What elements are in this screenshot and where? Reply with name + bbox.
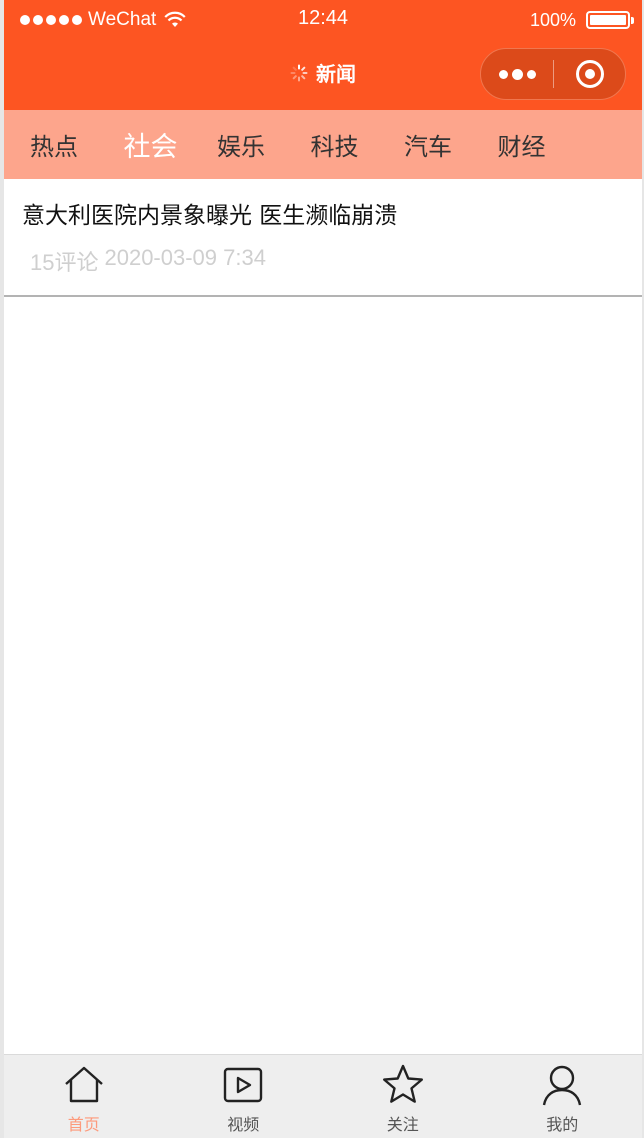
- tab-finance[interactable]: 财经: [498, 127, 592, 162]
- phone-screen: WeChat 12:44 100% 新闻 热点 社会 娱乐 科技 汽车 财经 意…: [4, 0, 642, 1138]
- page-title-text: 新闻: [316, 62, 356, 86]
- tab-entertainment[interactable]: 娱乐: [217, 127, 311, 162]
- tabbar-follow-label: 关注: [386, 1115, 419, 1134]
- status-bar: WeChat 12:44 100%: [4, 0, 642, 40]
- status-right: 100%: [529, 8, 634, 32]
- tabbar-me[interactable]: 我的: [483, 1055, 643, 1138]
- tabbar-home-label: 首页: [67, 1115, 100, 1134]
- user-icon: [543, 1065, 582, 1106]
- publish-time: 2020-03-09 7:34: [104, 245, 266, 270]
- mini-program-capsule: [480, 48, 626, 100]
- article-meta: 15评论 2020-03-09 7:34: [22, 245, 624, 277]
- list-item[interactable]: 意大利医院内景象曝光 医生濒临崩溃 15评论 2020-03-09 7:34: [4, 179, 642, 297]
- more-button[interactable]: [481, 49, 553, 99]
- video-icon: [224, 1067, 263, 1103]
- tab-auto[interactable]: 汽车: [404, 127, 498, 162]
- tabbar-me-label: 我的: [546, 1115, 579, 1134]
- nav-bar: 新闻: [4, 40, 642, 110]
- tab-tech[interactable]: 科技: [311, 127, 405, 162]
- tabbar-video-label: 视频: [227, 1115, 260, 1134]
- star-icon: [382, 1064, 423, 1103]
- comment-count: 15评论: [30, 250, 99, 275]
- home-icon: [64, 1066, 103, 1103]
- tabbar-video[interactable]: 视频: [164, 1055, 324, 1138]
- tab-society[interactable]: 社会: [124, 125, 218, 164]
- tab-hot[interactable]: 热点: [30, 127, 124, 162]
- tabbar-home[interactable]: 首页: [4, 1055, 164, 1138]
- battery-percent: 100%: [529, 9, 576, 30]
- battery-icon: [586, 11, 634, 29]
- bottom-tab-bar: 首页 视频 关注 我的: [4, 1054, 642, 1138]
- close-mini-program-button[interactable]: [554, 60, 625, 88]
- category-tabs: 热点 社会 娱乐 科技 汽车 财经: [4, 110, 642, 179]
- article-list: 意大利医院内景象曝光 医生濒临崩溃 15评论 2020-03-09 7:34: [4, 179, 642, 297]
- loading-spinner-icon: [290, 64, 308, 81]
- tabbar-follow[interactable]: 关注: [323, 1055, 483, 1138]
- article-title: 意大利医院内景象曝光 医生濒临崩溃: [22, 203, 398, 229]
- target-icon: [575, 60, 604, 88]
- more-dots-icon: [498, 69, 508, 79]
